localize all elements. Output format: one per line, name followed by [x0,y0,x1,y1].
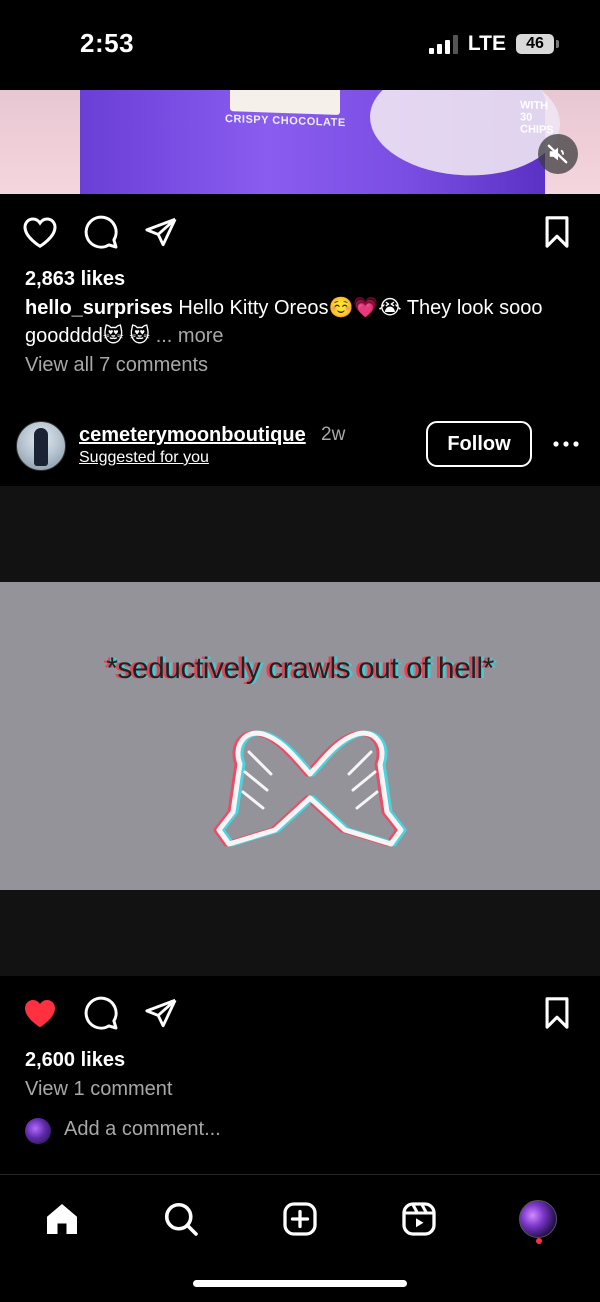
package-text-2: WITH 30 CHIPS [520,99,554,137]
oreo-package: CRISPY CHOCOLATE WITH 30 CHIPS [80,90,560,194]
comment-icon [84,996,118,1030]
bookmark-icon [545,216,569,248]
skeleton-heart-hands-icon [213,730,407,847]
more-icon [553,441,579,447]
share-button[interactable] [141,212,181,252]
post-time: 2w [321,424,346,445]
comment-button-2[interactable] [81,993,121,1033]
status-indicators: LTE 46 [428,32,559,56]
send-icon [145,217,177,247]
signal-icon [428,34,458,54]
share-button-2[interactable] [141,993,181,1033]
package-text: CRISPY CHOCOLATE [225,112,346,130]
profile-notification-dot [536,1238,542,1244]
tab-home[interactable] [38,1195,86,1243]
suggested-label[interactable]: Suggested for you [79,449,209,467]
search-icon [164,1202,198,1236]
heart-icon [23,217,57,248]
meme-caption: *seductively crawls out of hell* [106,652,494,685]
likes-count-2[interactable]: 2,600 likes [25,1046,125,1074]
tab-profile[interactable] [514,1195,562,1243]
save-button[interactable] [537,212,577,252]
battery-icon: 46 [516,34,559,54]
create-icon [283,1202,317,1236]
battery-level: 46 [526,35,544,52]
more-options-button[interactable] [552,432,580,456]
author-username[interactable]: cemeterymoonboutique [79,424,306,447]
follow-button[interactable]: Follow [426,421,532,467]
author-avatar[interactable] [16,421,66,471]
tab-reels[interactable] [395,1195,443,1243]
post-video[interactable]: *seductively crawls out of hell* [0,486,600,976]
view-comments-link-2[interactable]: View 1 comment [25,1075,172,1103]
comment-button[interactable] [81,212,121,252]
heart-filled-icon [25,999,55,1028]
caption-username[interactable]: hello_surprises [25,297,173,319]
more-link[interactable]: ... more [156,325,224,347]
add-comment-input[interactable]: Add a comment... [64,1118,221,1141]
send-icon [145,998,177,1028]
like-button-liked[interactable] [20,993,60,1033]
like-button[interactable] [20,212,60,252]
speaker-muted-icon [547,144,568,164]
caption: hello_surprises Hello Kitty Oreos☺️💗😭 Th… [25,294,580,350]
top-post-media[interactable]: CRISPY CHOCOLATE WITH 30 CHIPS [0,90,600,194]
home-icon [47,1204,77,1234]
profile-avatar [519,1200,557,1238]
view-comments-link[interactable]: View all 7 comments [25,351,208,379]
mute-button[interactable] [538,134,578,174]
status-time: 2:53 [80,28,135,58]
tab-create[interactable] [276,1195,324,1243]
tab-search[interactable] [157,1195,205,1243]
comment-icon [84,215,118,249]
bookmark-icon [545,997,569,1029]
network-label: LTE [467,32,506,55]
likes-count[interactable]: 2,863 likes [25,265,125,293]
current-user-avatar [25,1118,51,1144]
save-button-2[interactable] [537,993,577,1033]
reels-icon [402,1202,436,1236]
home-indicator[interactable] [193,1280,407,1287]
video-frame: *seductively crawls out of hell* [0,582,600,890]
